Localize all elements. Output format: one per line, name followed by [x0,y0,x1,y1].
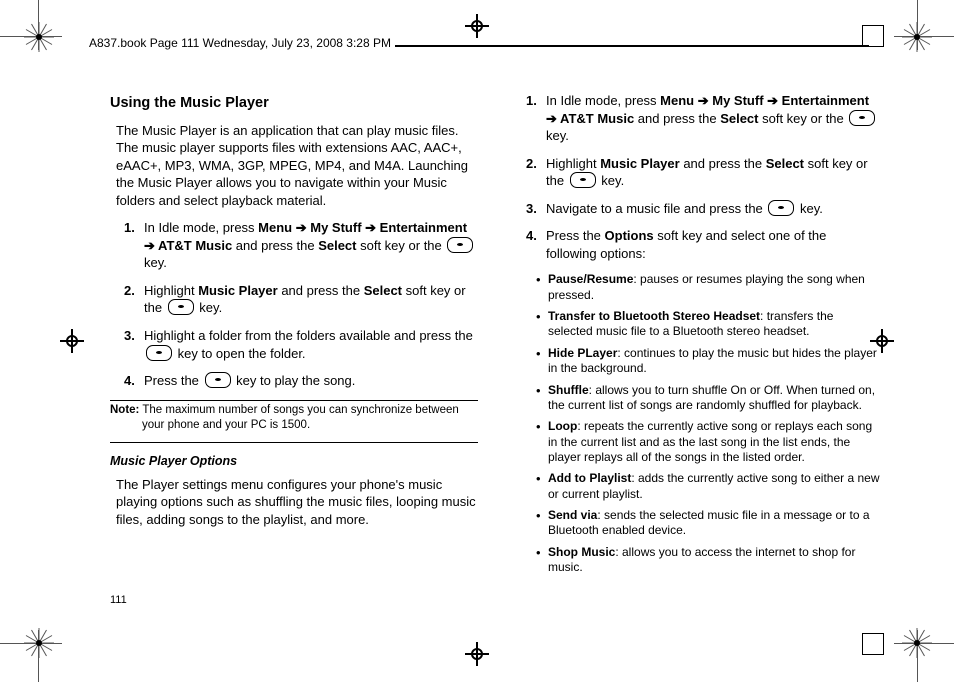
left-step-3: 3. Highlight a folder from the folders a… [124,327,478,362]
right-step-2: 2. Highlight Music Player and press the … [526,155,880,190]
right-step-3: 3. Navigate to a music file and press th… [526,200,880,218]
left-step-4: 4. Press the key to play the song. [124,372,478,390]
center-key-icon [146,345,172,361]
option-hide-player: Hide PLayer: continues to play the music… [536,346,880,377]
option-shuffle: Shuffle: allows you to turn shuffle On o… [536,383,880,414]
registration-mark-bottom [465,642,489,666]
option-send-via: Send via: sends the selected music file … [536,508,880,539]
center-key-icon [768,200,794,216]
center-key-icon [447,237,473,253]
mpo-paragraph: The Player settings menu configures your… [116,476,478,529]
option-transfer-bt: Transfer to Bluetooth Stereo Headset: tr… [536,309,880,340]
ornament-corner-bl [24,628,54,658]
right-step-4: 4. Press the Options soft key and select… [526,227,880,262]
file-header: A837.book Page 111 Wednesday, July 23, 2… [85,34,395,52]
intro-paragraph: The Music Player is an application that … [116,122,478,210]
heading-music-player-options: Music Player Options [110,453,478,470]
column-right: 1. In Idle mode, press Menu ➔ My Stuff ➔… [512,90,880,581]
center-key-icon [570,172,596,188]
ornament-corner-tr [902,22,932,52]
center-key-icon [168,299,194,315]
page-body: Using the Music Player The Music Player … [110,90,880,581]
option-loop: Loop: repeats the currently active song … [536,419,880,465]
left-step-1: 1. In Idle mode, press Menu ➔ My Stuff ➔… [124,219,478,272]
page-number: 111 [110,594,127,606]
note-max-songs: Note: The maximum number of songs you ca… [110,403,478,434]
column-left: Using the Music Player The Music Player … [110,90,478,581]
left-step-2: 2. Highlight Music Player and press the … [124,282,478,317]
heading-using-music-player: Using the Music Player [110,94,478,114]
center-key-icon [205,372,231,388]
option-add-playlist: Add to Playlist: adds the currently acti… [536,471,880,502]
ornament-corner-tl [24,22,54,52]
option-pause-resume: Pause/Resume: pauses or resumes playing … [536,272,880,303]
center-key-icon [849,110,875,126]
book-wrap-mark-top [862,25,884,47]
right-step-1: 1. In Idle mode, press Menu ➔ My Stuff ➔… [526,92,880,145]
registration-mark-top [465,14,489,38]
options-list: Pause/Resume: pauses or resumes playing … [536,272,880,575]
ornament-corner-br [902,628,932,658]
registration-mark-left [60,329,84,353]
option-shop-music: Shop Music: allows you to access the int… [536,545,880,576]
book-wrap-mark-bottom [862,633,884,655]
